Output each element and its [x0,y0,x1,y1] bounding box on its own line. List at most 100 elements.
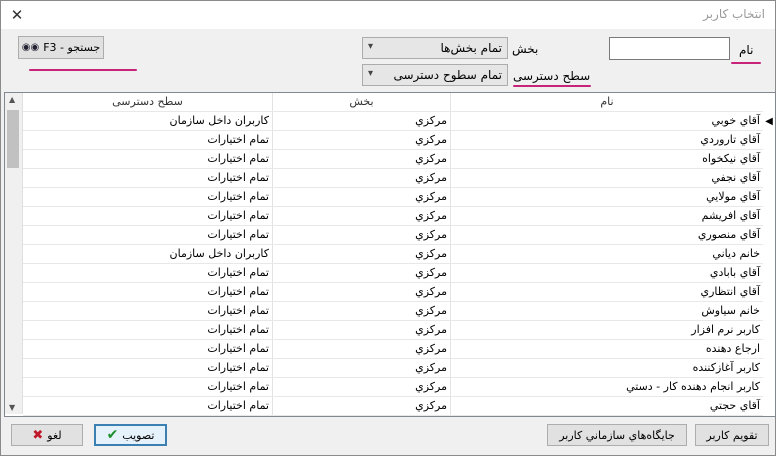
cell-name: آقاي تاروردي [700,133,760,146]
chevron-down-icon: ▾ [368,68,374,79]
cell-name: ارجاع دهنده [705,342,760,355]
org-positions-button[interactable]: جايگاه‌هاي سازماني کاربر [547,424,687,446]
cell-section: مرکزي [273,283,451,301]
binoculars-icon: ◉◉ [21,42,40,53]
table-row[interactable]: تمام اختيارات مرکزي ارجاع دهنده [23,340,763,359]
cross-icon: ✖ [32,427,44,443]
cell-access: تمام اختيارات [23,207,273,225]
grid-header: سطح دسترسی بخش نام [23,93,763,112]
cell-name: آقاي بابادي [709,266,760,279]
cell-access: تمام اختيارات [23,131,273,149]
cell-access: تمام اختيارات [23,283,273,301]
cell-name: آقاي نجفي [711,171,760,184]
current-row-indicator-icon: ◀ [765,115,773,127]
ink-underline-search [29,69,137,71]
cell-section: مرکزي [273,169,451,187]
cancel-button[interactable]: لغو ✖ [11,424,83,446]
scroll-thumb[interactable] [7,110,19,168]
close-button[interactable]: ✕ [1,1,33,29]
org-positions-label: جايگاه‌هاي سازماني کاربر [559,428,675,442]
cell-section: مرکزي [273,131,451,149]
section-select[interactable]: تمام بخش‌ها ▾ [362,37,508,59]
table-row[interactable]: تمام اختيارات مرکزي کاربر نرم افزار [23,321,763,340]
column-header-section[interactable]: بخش [273,93,451,111]
cell-name: آقاي حجتي [709,399,760,412]
vertical-scrollbar[interactable]: ▲ ▼ [5,93,23,414]
approve-button[interactable]: تصويب ✔ [94,424,167,446]
user-calendar-label: تقويم کاربر [706,428,758,442]
cell-section: مرکزي [273,340,451,358]
cell-name: آقاي خوبي [711,114,761,127]
access-label: سطح دسترسی [513,69,591,83]
column-header-name[interactable]: نام [451,93,763,111]
table-row[interactable]: تمام اختيارات مرکزي کاربر آغازکننده [23,359,763,378]
cancel-label: لغو [47,428,62,442]
table-row[interactable]: تمام اختيارات مرکزي آقاي حجتي [23,397,763,416]
users-grid[interactable]: ▲ ▼ سطح دسترسی بخش نام کاربران داخل سازم… [4,92,776,417]
cell-section: مرکزي [273,321,451,339]
table-row[interactable]: تمام اختيارات مرکزي آقاي افريشم [23,207,763,226]
cell-access: تمام اختيارات [23,397,273,415]
cell-access: تمام اختيارات [23,150,273,168]
user-calendar-button[interactable]: تقويم کاربر [695,424,769,446]
cell-access: تمام اختيارات [23,264,273,282]
table-row[interactable]: تمام اختيارات مرکزي آقاي مولايي [23,188,763,207]
cell-section: مرکزي [273,302,451,320]
cell-name: آقاي افريشم [701,209,760,222]
cell-section: مرکزي [273,188,451,206]
scroll-down-icon[interactable]: ▼ [9,403,15,412]
ink-underline-name [731,62,761,64]
cell-access: تمام اختيارات [23,169,273,187]
cell-access: تمام اختيارات [23,226,273,244]
scroll-up-icon[interactable]: ▲ [9,95,15,104]
cell-access: کاربران داخل سازمان [23,112,273,130]
cell-access: تمام اختيارات [23,188,273,206]
cell-access: تمام اختيارات [23,359,273,377]
cell-access: تمام اختيارات [23,340,273,358]
ink-underline-access [513,85,591,87]
cell-name: کاربر آغازکننده [692,361,760,374]
cell-section: مرکزي [273,226,451,244]
table-row[interactable]: تمام اختيارات مرکزي آقاي منصوري [23,226,763,245]
table-row[interactable]: کاربران داخل سازمان مرکزي آقاي خوبي [23,112,763,131]
close-icon: ✕ [10,6,24,24]
cell-access: تمام اختيارات [23,302,273,320]
table-row[interactable]: کاربران داخل سازمان مرکزي خانم دياني [23,245,763,264]
table-row[interactable]: تمام اختيارات مرکزي آقاي نيکخواه [23,150,763,169]
cell-name: آقاي منصوري [697,228,760,241]
table-row[interactable]: تمام اختيارات مرکزي آقاي بابادي [23,264,763,283]
title-bar: ✕ انتخاب کاربر [1,1,775,29]
cell-name: آقاي نيکخواه [702,152,760,165]
search-button[interactable]: جستجو - F3 ◉◉ [18,36,104,59]
table-row[interactable]: تمام اختيارات مرکزي آقاي انتظاري [23,283,763,302]
cell-section: مرکزي [273,207,451,225]
access-select[interactable]: تمام سطوح دسترسی ▾ [362,64,508,86]
cell-section: مرکزي [273,150,451,168]
window-title: انتخاب کاربر [703,7,765,21]
approve-label: تصويب [122,428,155,442]
cell-name: آقاي انتظاري [700,285,760,298]
select-user-dialog: ✕ انتخاب کاربر جستجو - F3 ◉◉ نام بخش تما… [0,0,776,456]
cell-access: تمام اختيارات [23,378,273,396]
column-header-access[interactable]: سطح دسترسی [23,93,273,111]
grid-rows: سطح دسترسی بخش نام کاربران داخل سازمان مر… [23,93,763,416]
table-row[interactable]: تمام اختيارات مرکزي آقاي نجفي [23,169,763,188]
cell-section: مرکزي [273,397,451,415]
cell-section: مرکزي [273,359,451,377]
cell-access: تمام اختيارات [23,321,273,339]
name-input[interactable] [609,37,730,60]
cell-name: خانم سياوش [701,304,760,317]
cell-section: مرکزي [273,112,451,130]
name-label: نام [739,43,754,57]
table-row[interactable]: تمام اختيارات مرکزي آقاي تاروردي [23,131,763,150]
table-row[interactable]: تمام اختيارات مرکزي کاربر انجام دهنده کار … [23,378,763,397]
search-label: جستجو - F3 [43,41,101,54]
cell-name: کاربر انجام دهنده کار - دستي [626,380,760,393]
checkmark-icon: ✔ [106,427,119,443]
access-select-value: تمام سطوح دسترسی [393,68,502,82]
section-select-value: تمام بخش‌ها [440,41,502,55]
table-row[interactable]: تمام اختيارات مرکزي خانم سياوش [23,302,763,321]
cell-section: مرکزي [273,378,451,396]
cell-access: کاربران داخل سازمان [23,245,273,263]
chevron-down-icon: ▾ [368,41,374,52]
